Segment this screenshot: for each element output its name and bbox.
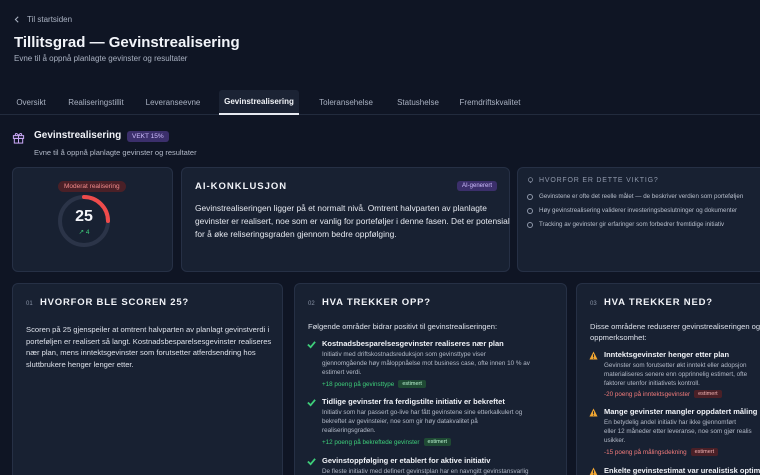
negative-item-title: Mange gevinster mangler oppdatert måling bbox=[604, 407, 758, 416]
warning-icon bbox=[589, 351, 598, 360]
warning-icon bbox=[589, 467, 598, 475]
positive-points: +18 poeng på gevinsttype estimert bbox=[322, 380, 426, 388]
positive-item-desc: gjennomgående høy måloppnåelse mot busin… bbox=[322, 360, 530, 367]
section-subtitle: Evne til å oppnå planlagte gevinster og … bbox=[34, 148, 197, 157]
negative-points: -15 poeng på målingsdekning estimert bbox=[604, 448, 719, 456]
estimate-tag: estimert bbox=[398, 380, 426, 388]
section-title: Gevinstrealisering bbox=[34, 130, 122, 141]
negative-item-desc: faktorer utenfor initiativets kontroll. bbox=[604, 380, 700, 387]
gift-icon bbox=[12, 133, 25, 144]
page-title: Tillitsgrad — Gevinstrealisering bbox=[14, 34, 240, 51]
pulls-up-intro: Følgende områder bidrar positivt til gev… bbox=[308, 322, 498, 331]
back-link-label: Til startsiden bbox=[27, 15, 73, 24]
positive-item-desc: Initiativ som har passert go-live har få… bbox=[322, 409, 523, 416]
tab-oversikt[interactable]: Oversikt bbox=[6, 90, 56, 115]
score-trend: ↗ 4 bbox=[78, 229, 90, 236]
positive-item-desc: bekreftet av gevinsteier, noe som gir hø… bbox=[322, 418, 478, 425]
back-link[interactable]: Til startsiden bbox=[14, 15, 72, 24]
page-subtitle: Evne til å oppnå planlagte gevinster og … bbox=[14, 54, 188, 63]
why-score-text: Scoren på 25 gjenspeiler at omtrent halv… bbox=[26, 325, 272, 369]
estimate-tag: estimert bbox=[423, 438, 452, 446]
tab-toleransehelse[interactable]: Toleransehelse bbox=[310, 90, 382, 115]
pulls-down-title: HVA TREKKER NED? bbox=[604, 297, 713, 308]
positive-item-desc: realiseringsgraden. bbox=[322, 427, 376, 434]
tab-fremdriftskvalitet[interactable]: Fremdriftskvalitet bbox=[452, 90, 528, 115]
positive-item-desc: De fleste initiativ med definert gevinst… bbox=[322, 468, 529, 475]
why-score-card: 01 HVORFOR BLE SCOREN 25? Scoren på 25 g… bbox=[12, 283, 283, 475]
why-item: Tracking av gevinster gir erfaringer som… bbox=[527, 221, 724, 228]
positive-item-title: Gevinstoppfølging er etablert for aktive… bbox=[322, 456, 491, 465]
tab-gevinstrealisering[interactable]: Gevinstrealisering bbox=[219, 90, 299, 115]
ai-generated-badge: AI-generert bbox=[456, 181, 497, 191]
negative-item-title: Inntektsgevinster henger etter plan bbox=[604, 350, 730, 359]
card-number: 03 bbox=[590, 301, 597, 307]
score-card: Moderat realisering 25 ↗ 4 bbox=[12, 167, 173, 272]
check-icon bbox=[307, 399, 316, 407]
why-item: Høy gevinstrealisering validerer investe… bbox=[527, 207, 737, 214]
pulls-up-card: 02 HVA TREKKER OPP? Følgende områder bid… bbox=[294, 283, 567, 475]
check-circle-icon bbox=[527, 221, 533, 228]
negative-item-desc: eller 12 måneder etter leveranse, noe so… bbox=[604, 428, 752, 435]
card-number: 02 bbox=[308, 301, 315, 307]
positive-item-title: Kostnadsbesparelsesgevinster realiseres … bbox=[322, 339, 504, 348]
negative-item-desc: materialiseres senere enn opprinnelig es… bbox=[604, 371, 748, 378]
why-important-card: HVORFOR ER DETTE VIKTIG? Gevinstene er o… bbox=[517, 167, 760, 272]
why-score-title: HVORFOR BLE SCOREN 25? bbox=[40, 297, 190, 308]
card-number: 01 bbox=[26, 301, 33, 307]
positive-item-desc: Initiativ med driftskostnadsreduksjon so… bbox=[322, 351, 486, 358]
positive-points: +12 poeng på bekreftede gevinster estimer… bbox=[322, 438, 452, 446]
ai-conclusion-text: Gevinstrealiseringen ligger på et normal… bbox=[195, 203, 510, 239]
pulls-up-title: HVA TREKKER OPP? bbox=[322, 297, 431, 308]
pulls-down-intro: oppmerksomhet: bbox=[590, 333, 647, 342]
check-icon bbox=[307, 341, 316, 349]
lightbulb-icon bbox=[528, 177, 533, 183]
tab-realiseringstillit[interactable]: Realiseringstillit bbox=[60, 90, 132, 115]
negative-item-desc: En betydelig andel initiativ har ikke gj… bbox=[604, 419, 736, 426]
check-circle-icon bbox=[527, 193, 533, 200]
warning-icon bbox=[589, 408, 598, 417]
pulls-down-card: 03 HVA TREKKER NED? Disse områdene redus… bbox=[576, 283, 760, 475]
estimate-tag: estimert bbox=[690, 448, 719, 456]
negative-points: -20 poeng på inntektsgevinster estimert bbox=[604, 390, 722, 398]
negative-item-desc: usikker. bbox=[604, 437, 626, 444]
why-item: Gevinstene er ofte det reelle målet — de… bbox=[527, 193, 743, 200]
negative-item-title: Enkelte gevinstestimat var urealistisk o… bbox=[604, 466, 760, 475]
ai-conclusion-card: AI-KONKLUSJON AI-generert Gevinstrealise… bbox=[181, 167, 510, 272]
tab-statushelse[interactable]: Statushelse bbox=[388, 90, 448, 115]
positive-item-desc: estimert verdi. bbox=[322, 369, 362, 376]
estimate-tag: estimert bbox=[694, 390, 722, 398]
tab-leveranseevne[interactable]: Leveranseevne bbox=[138, 90, 208, 115]
weight-badge: VEKT 15% bbox=[127, 131, 169, 142]
pulls-down-intro: Disse områdene reduserer gevinstrealiser… bbox=[590, 322, 760, 331]
ai-conclusion-title: AI-KONKLUSJON bbox=[195, 181, 288, 192]
positive-item-title: Tidlige gevinster fra ferdigstilte initi… bbox=[322, 397, 505, 406]
why-important-title: HVORFOR ER DETTE VIKTIG? bbox=[527, 177, 659, 184]
tab-bar: Oversikt Realiseringstillit Leveranseevn… bbox=[0, 90, 760, 115]
check-circle-icon bbox=[527, 207, 533, 214]
arrow-left-icon bbox=[14, 16, 19, 23]
check-icon bbox=[307, 458, 316, 466]
status-badge: Moderat realisering bbox=[58, 181, 126, 192]
negative-item-desc: Gevinster som forutsetter økt inntekt el… bbox=[604, 362, 747, 369]
score-value: 25 bbox=[75, 208, 93, 225]
